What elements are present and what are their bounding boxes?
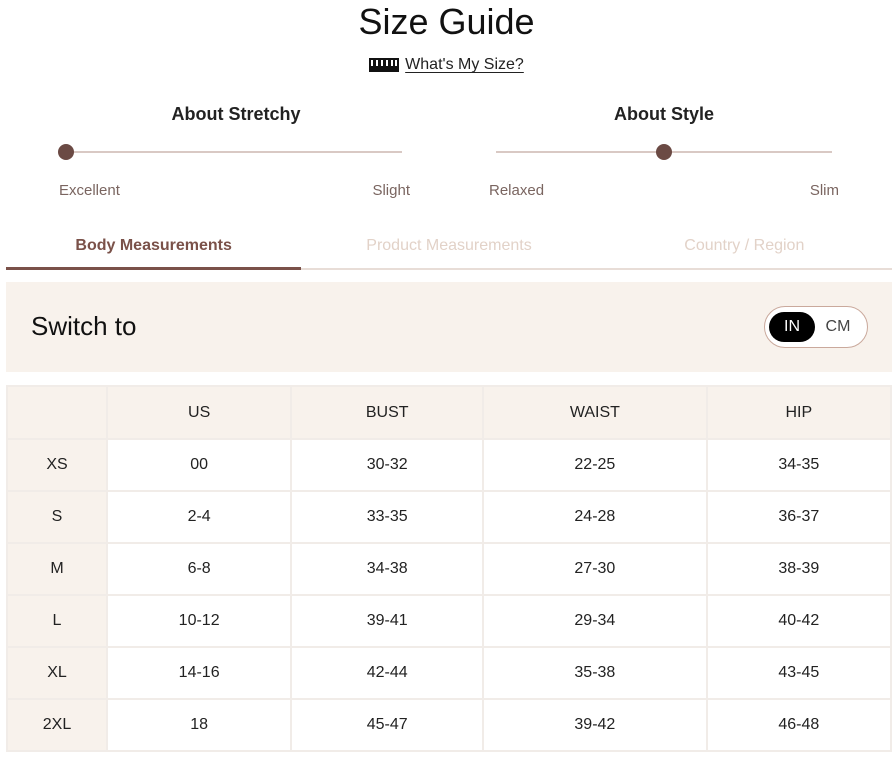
- size-label-cell: S: [6, 490, 108, 544]
- column-header-bust: BUST: [290, 385, 485, 440]
- table-cell: 14-16: [105, 646, 293, 700]
- table-cell: 2-4: [105, 490, 293, 544]
- table-cell: 35-38: [482, 646, 708, 700]
- table-cell: 45-47: [290, 698, 485, 752]
- column-header-hip: HIP: [705, 385, 893, 440]
- table-cell: 30-32: [290, 438, 485, 492]
- table-row: L 10-12 39-41 29-34 40-42: [6, 594, 893, 648]
- table-cell: 39-42: [482, 698, 708, 752]
- tab-body-measurements[interactable]: Body Measurements: [6, 228, 302, 270]
- column-header-us: US: [105, 385, 293, 440]
- style-title: About Style: [613, 104, 714, 124]
- table-cell: 24-28: [482, 490, 708, 544]
- table-cell: 43-45: [705, 646, 893, 700]
- table-cell: 36-37: [705, 490, 893, 544]
- size-label-cell: L: [6, 594, 108, 648]
- table-cell: 29-34: [482, 594, 708, 648]
- table-cell: 00: [105, 438, 293, 492]
- stretchy-title: About Stretchy: [171, 104, 301, 124]
- table-cell: 22-25: [482, 438, 708, 492]
- size-label-cell: M: [6, 542, 108, 596]
- stretchy-left-label: Excellent: [59, 182, 120, 199]
- style-knob: [656, 144, 672, 160]
- tab-product-measurements[interactable]: Product Measurements: [301, 228, 596, 268]
- tab-country-region[interactable]: Country / Region: [597, 228, 892, 268]
- size-table: US BUST WAIST HIP XS 00 30-32 22-25 34-35 S 2-…: [6, 385, 893, 752]
- table-row: XL 14-16 42-44 35-38 43-45: [6, 646, 893, 700]
- stretchy-knob: [58, 144, 74, 160]
- unit-cm-option[interactable]: CM: [815, 312, 861, 342]
- size-label-cell: 2XL: [6, 698, 108, 752]
- measurement-tabs: Body Measurements Product Measurements C…: [6, 228, 892, 270]
- page-title: Size Guide: [358, 1, 535, 42]
- table-row: M 6-8 34-38 27-30 38-39: [6, 542, 893, 596]
- table-row: XS 00 30-32 22-25 34-35: [6, 438, 893, 492]
- style-left-label: Relaxed: [489, 182, 545, 199]
- table-cell: 10-12: [105, 594, 293, 648]
- unit-in-option[interactable]: IN: [769, 312, 815, 342]
- size-label-cell: XS: [6, 438, 108, 492]
- table-header-row: US BUST WAIST HIP: [6, 385, 893, 440]
- table-row: 2XL 18 45-47 39-42 46-48: [6, 698, 893, 752]
- table-row: S 2-4 33-35 24-28 36-37: [6, 490, 893, 544]
- table-cell: 33-35: [290, 490, 485, 544]
- style-right-label: Slim: [809, 182, 839, 199]
- table-cell: 40-42: [705, 594, 893, 648]
- unit-switch-bar: Switch to IN CM: [6, 282, 892, 372]
- switch-to-label: Switch to: [31, 311, 137, 341]
- ruler-icon: [369, 58, 400, 72]
- column-header-waist: WAIST: [482, 385, 708, 440]
- whats-my-size-row: What's My Size?: [0, 56, 893, 74]
- size-label-cell: XL: [6, 646, 108, 700]
- stretchy-track: [66, 151, 402, 153]
- table-cell: 42-44: [290, 646, 485, 700]
- unit-toggle[interactable]: IN CM: [764, 306, 868, 348]
- table-corner-cell: [6, 385, 108, 440]
- table-cell: 38-39: [705, 542, 893, 596]
- table-cell: 6-8: [105, 542, 293, 596]
- stretchy-right-label: Slight: [372, 182, 410, 199]
- table-cell: 46-48: [705, 698, 893, 752]
- table-cell: 27-30: [482, 542, 708, 596]
- table-cell: 39-41: [290, 594, 485, 648]
- table-cell: 34-38: [290, 542, 485, 596]
- table-cell: 18: [105, 698, 293, 752]
- table-cell: 34-35: [705, 438, 893, 492]
- whats-my-size-link[interactable]: What's My Size?: [405, 56, 524, 74]
